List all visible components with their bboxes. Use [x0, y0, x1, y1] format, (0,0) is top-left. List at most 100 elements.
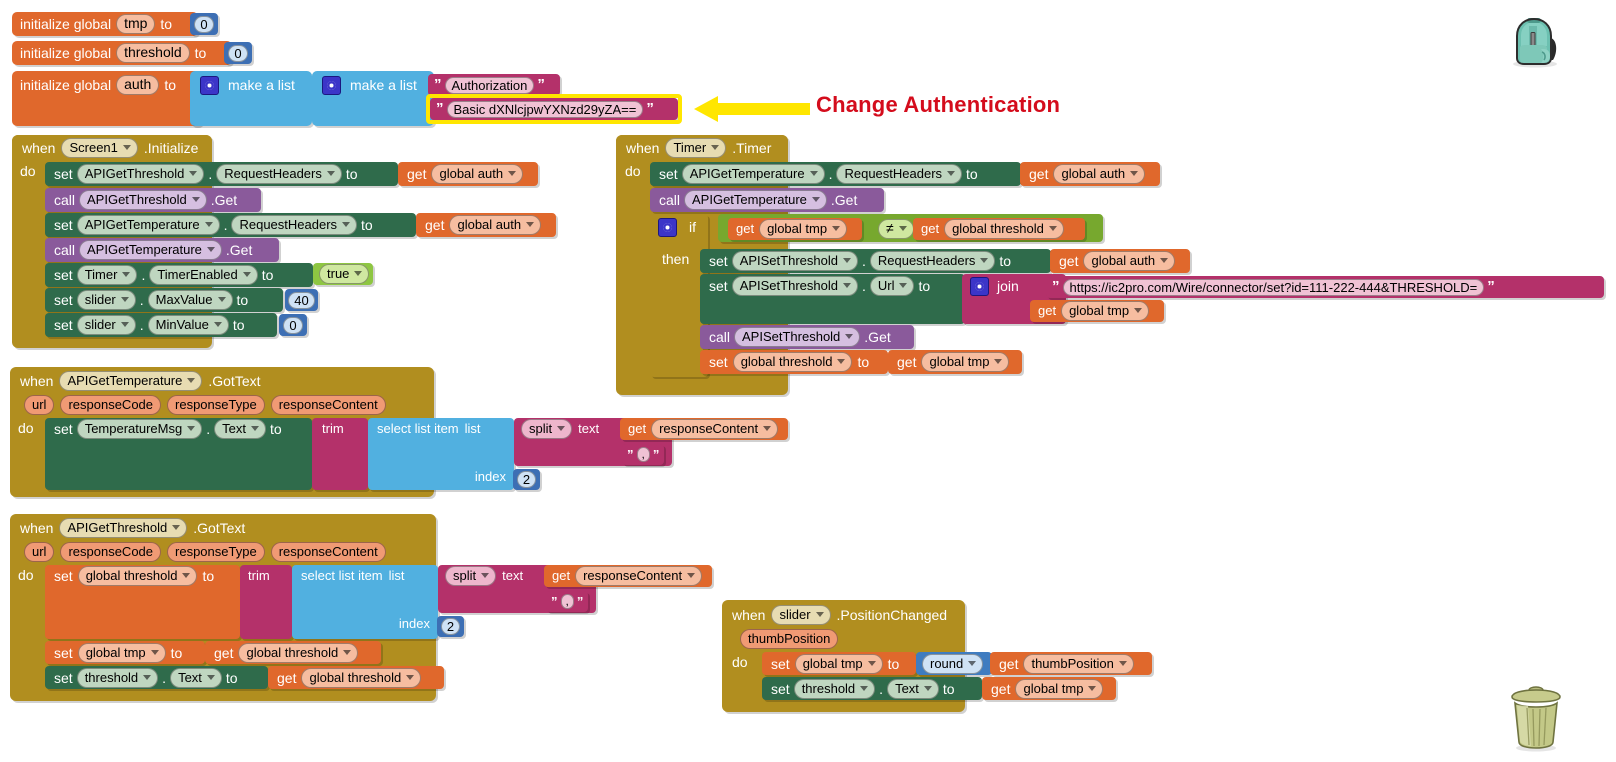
- text-basic-auth-value[interactable]: Basic dXNlcjpwYXNzd29yZA==: [446, 100, 644, 118]
- then-get-var-dropdown-0[interactable]: global auth: [1083, 251, 1176, 271]
- init-global-tmp-name[interactable]: tmp: [116, 14, 156, 34]
- component-dropdown-5[interactable]: slider: [76, 290, 136, 310]
- timer-header[interactable]: when Timer .Timer: [616, 135, 788, 160]
- gottemp-separator-value[interactable]: ,: [636, 447, 650, 462]
- timer-component-dropdown[interactable]: Timer: [665, 137, 727, 158]
- gotthr-index-value[interactable]: 2: [440, 618, 461, 635]
- property-dropdown-5[interactable]: MaxValue: [147, 290, 233, 310]
- gotthr-getresp-dropdown[interactable]: responseContent: [575, 566, 703, 586]
- gotthr-component-dropdown[interactable]: APIGetThreshold: [59, 518, 188, 538]
- block-make-a-list-outer[interactable]: make a list: [190, 71, 312, 126]
- then-component-dropdown-1[interactable]: APISetThreshold: [731, 276, 858, 296]
- screen1-initialize-header[interactable]: when Screen1 .Initialize: [12, 135, 212, 160]
- value-number-minvalue[interactable]: 0: [279, 314, 307, 336]
- condition-right-get-global-threshold[interactable]: get global threshold: [913, 218, 1085, 240]
- gotthr-param-url[interactable]: url: [24, 542, 55, 562]
- tcomponent-dropdown-0[interactable]: APIGetTemperature: [681, 164, 825, 184]
- gottemp-index-number[interactable]: 2: [513, 469, 540, 490]
- slider-block-round[interactable]: round: [916, 652, 992, 675]
- slider-value-get-global-tmp[interactable]: get global tmp: [982, 677, 1116, 700]
- gottemp-property-field[interactable]: Text: [214, 419, 266, 439]
- gotthr-tail-set-global-tmp[interactable]: set global tmp to: [45, 641, 205, 664]
- block-get-global-tmp-join[interactable]: get global tmp: [1030, 300, 1164, 322]
- component-dropdown-0[interactable]: APIGetThreshold: [76, 164, 205, 184]
- condition-operator-wrap[interactable]: ≠: [878, 219, 914, 239]
- blocks-workspace[interactable]: initialize global tmp to 0 initialize gl…: [0, 0, 1616, 762]
- gotthr-tail-getdropdown-1[interactable]: global threshold: [301, 667, 422, 688]
- cond-left-var-dropdown[interactable]: global tmp: [759, 219, 848, 239]
- gotthr-tail-value-0[interactable]: get global threshold: [205, 641, 381, 664]
- tproperty-dropdown-0[interactable]: RequestHeaders: [836, 164, 963, 184]
- block-text-basic-auth[interactable]: ” Basic dXNlcjpwYXNzd29yZA== ”: [430, 98, 678, 120]
- init-global-auth-name[interactable]: auth: [116, 75, 160, 95]
- block-number-threshold[interactable]: 0: [224, 42, 252, 64]
- gottemp-component-dropdown[interactable]: APIGetTemperature: [59, 371, 203, 391]
- stmt-set-slider-maxvalue[interactable]: set slider . MaxValue to: [45, 288, 283, 312]
- not-equal-operator-dropdown[interactable]: ≠: [878, 219, 914, 239]
- then-value-get-global-auth-0[interactable]: get global auth: [1050, 249, 1190, 273]
- gotthr-setter-global-threshold[interactable]: set global threshold to: [45, 565, 240, 639]
- gotthr-param-responsecode[interactable]: responseCode: [60, 542, 162, 562]
- join-mutator-gear-icon[interactable]: [970, 276, 989, 296]
- number-maxvalue-field[interactable]: 40: [288, 291, 315, 309]
- block-init-global-auth[interactable]: initialize global auth to: [12, 71, 202, 126]
- gotthr-separator-value[interactable]: ,: [560, 594, 574, 609]
- param-responsecode[interactable]: responseCode: [60, 395, 162, 415]
- then-property-dropdown-0[interactable]: RequestHeaders: [869, 251, 996, 271]
- slider-get-dropdown-0[interactable]: thumbPosition: [1023, 653, 1134, 674]
- gotthr-tail-set-threshold-text[interactable]: set threshold . Text to: [45, 666, 268, 689]
- gotthr-tail-getdropdown-0[interactable]: global threshold: [238, 642, 359, 663]
- tstmt-set-apigettemperature-requestheaders[interactable]: set APIGetTemperature . RequestHeaders t…: [650, 162, 1021, 186]
- slider-component-dropdown[interactable]: slider: [771, 605, 831, 625]
- slider-property-dropdown-1[interactable]: Text: [887, 678, 939, 699]
- slider-component-dropdown-1[interactable]: threshold: [793, 678, 876, 699]
- tstmt-call-apigettemperature-get[interactable]: call APIGetTemperature .Get: [650, 188, 884, 212]
- gottemp-block-trim[interactable]: trim: [312, 418, 368, 490]
- stmt-set-slider-minvalue[interactable]: set slider . MinValue to: [45, 313, 277, 337]
- property-dropdown-0[interactable]: RequestHeaders: [216, 164, 342, 184]
- tvalue-get-global-auth-0[interactable]: get global auth: [1020, 162, 1160, 186]
- text-authorization-value[interactable]: Authorization: [444, 76, 535, 94]
- block-make-a-list-inner[interactable]: make a list: [312, 71, 434, 126]
- gotthr-block-trim[interactable]: trim: [240, 565, 292, 639]
- gotthr-split-dropdown[interactable]: split: [445, 566, 497, 586]
- gottemp-getresp-dropdown[interactable]: responseContent: [651, 419, 779, 439]
- gotthr-block-select-list-item[interactable]: select list item list index: [292, 565, 438, 639]
- bool-true-dropdown[interactable]: true: [319, 264, 370, 284]
- slider-header-row[interactable]: when slider .PositionChanged: [732, 604, 947, 626]
- gotthr-get-responsecontent[interactable]: get responseContent: [544, 565, 712, 587]
- component-dropdown-2[interactable]: APIGetTemperature: [76, 215, 220, 235]
- then-call-component-dropdown-2[interactable]: APISetThreshold: [734, 327, 861, 347]
- number-minvalue-field[interactable]: 0: [283, 316, 303, 334]
- gottemp-setter-temperaturemsg-text[interactable]: set TemperatureMsg . Text to: [45, 418, 312, 490]
- gottemp-header-row[interactable]: when APIGetTemperature .GotText: [20, 370, 261, 392]
- param-responsetype[interactable]: responseType: [167, 395, 265, 415]
- tget-var-dropdown-0[interactable]: global auth: [1053, 164, 1146, 184]
- value-number-maxvalue[interactable]: 40: [285, 289, 318, 311]
- backpack-icon[interactable]: [1507, 16, 1563, 68]
- gotthr-tail-dropdown-0[interactable]: global tmp: [77, 642, 166, 663]
- cond-right-var-dropdown[interactable]: global threshold: [944, 219, 1064, 239]
- block-text-authorization[interactable]: ” Authorization ”: [428, 74, 560, 96]
- then-value-get-global-tmp-3[interactable]: get global tmp: [888, 350, 1022, 374]
- if-mutator-gear-icon[interactable]: [658, 217, 677, 237]
- property-dropdown-4[interactable]: TimerEnabled: [149, 265, 258, 285]
- stmt-set-timer-timerenabled[interactable]: set Timer . TimerEnabled to: [45, 263, 313, 287]
- gottemp-component-field[interactable]: TemperatureMsg: [76, 419, 203, 439]
- property-dropdown-6[interactable]: MinValue: [147, 315, 229, 335]
- param-url[interactable]: url: [24, 395, 55, 415]
- slider-stmt-set-global-tmp[interactable]: set global tmp to: [762, 652, 916, 675]
- mutator-gear-icon-outer[interactable]: [200, 75, 219, 95]
- gotthr-tail-property-1[interactable]: Text: [170, 667, 222, 688]
- stmt-call-apigettemperature-get[interactable]: call APIGetTemperature .Get: [45, 238, 279, 262]
- get-var-dropdown-2[interactable]: global auth: [449, 215, 542, 235]
- value-get-global-auth-0[interactable]: get global auth: [398, 162, 538, 186]
- number-tmp-value[interactable]: 0: [194, 15, 214, 33]
- gotthr-index-number[interactable]: 2: [437, 616, 464, 637]
- gottemp-get-responsecontent[interactable]: get responseContent: [620, 418, 788, 440]
- then-property-dropdown-1[interactable]: Url: [869, 276, 915, 296]
- property-dropdown-2[interactable]: RequestHeaders: [231, 215, 358, 235]
- then-get-var-dropdown-3[interactable]: global tmp: [921, 352, 1010, 372]
- param-responsecontent[interactable]: responseContent: [270, 395, 386, 415]
- component-dropdown-4[interactable]: Timer: [76, 265, 138, 285]
